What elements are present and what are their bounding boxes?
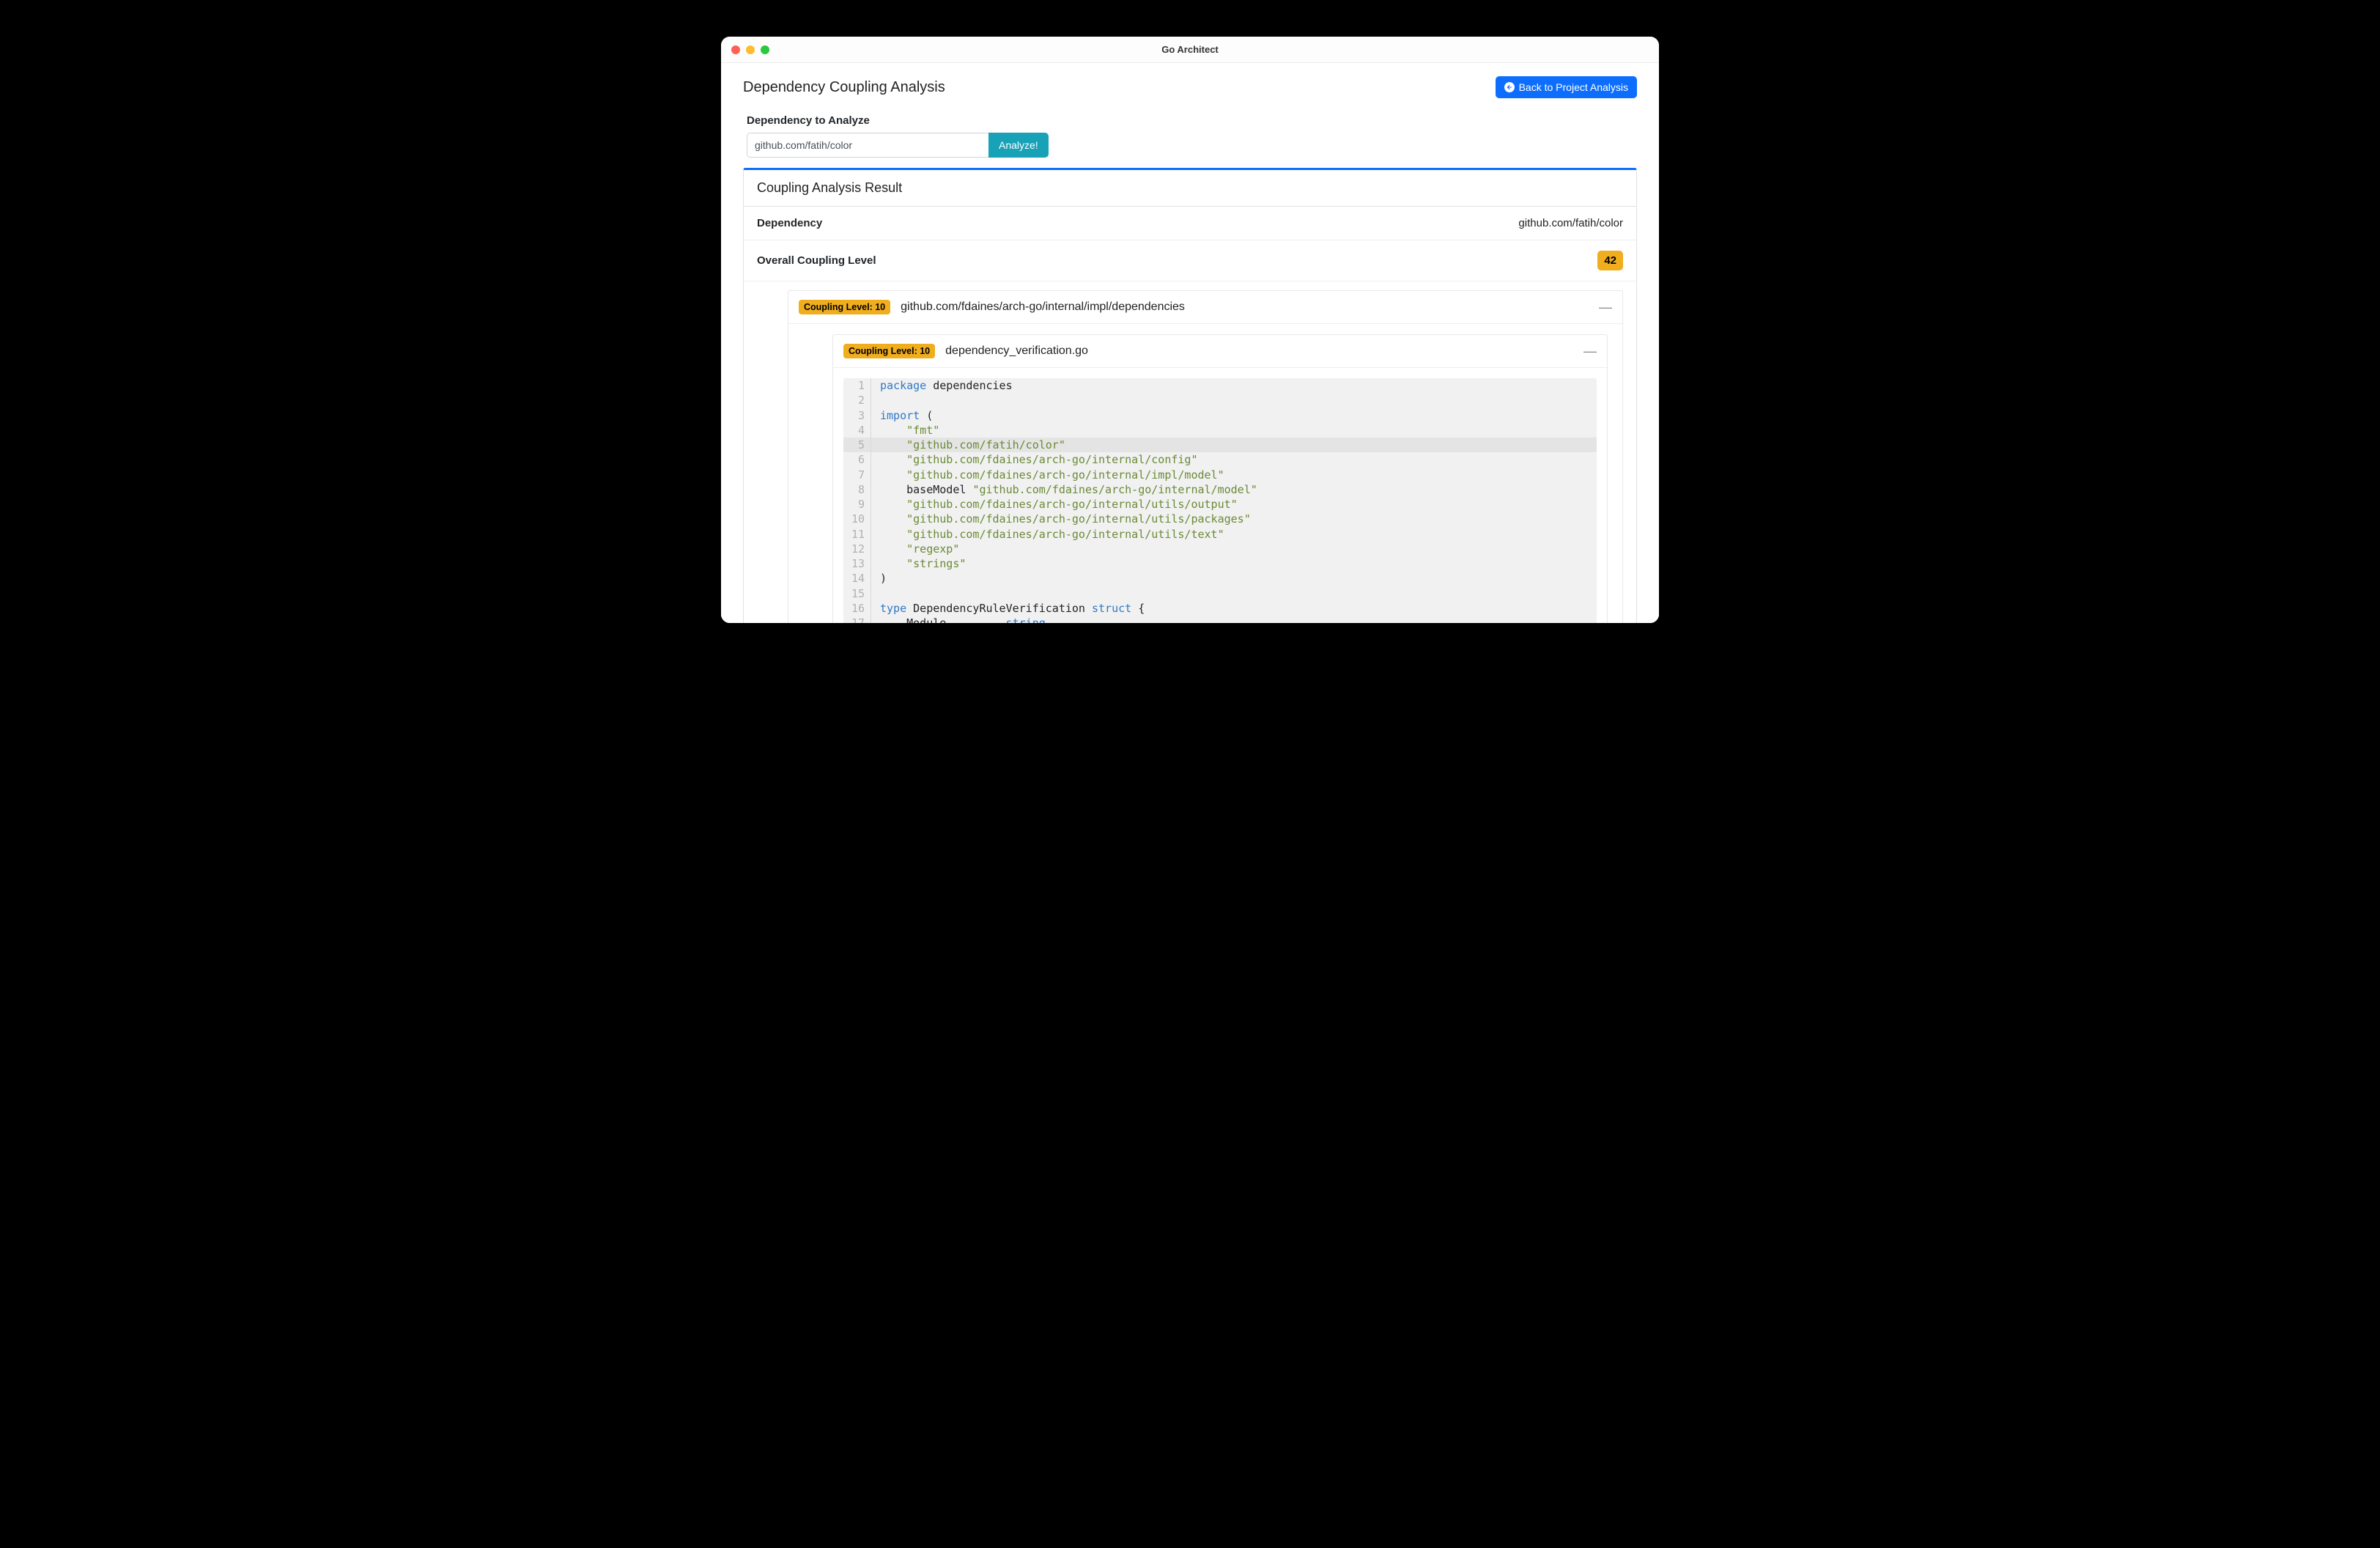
file-panel-header[interactable]: Coupling Level: 10 dependency_verificati… bbox=[833, 335, 1607, 368]
traffic-lights bbox=[721, 45, 769, 54]
titlebar: Go Architect bbox=[721, 37, 1659, 63]
line-content: "github.com/fdaines/arch-go/internal/uti… bbox=[871, 527, 1224, 542]
line-number: 6 bbox=[843, 452, 871, 467]
line-content: "github.com/fdaines/arch-go/internal/uti… bbox=[871, 497, 1238, 512]
line-content bbox=[871, 393, 880, 408]
line-content: "regexp" bbox=[871, 542, 959, 556]
code-line: 10 "github.com/fdaines/arch-go/internal/… bbox=[843, 512, 1597, 526]
minimize-window-button[interactable] bbox=[746, 45, 755, 54]
line-content: type DependencyRuleVerification struct { bbox=[871, 601, 1145, 616]
coupling-label: Overall Coupling Level bbox=[757, 254, 876, 267]
line-content: "strings" bbox=[871, 556, 966, 571]
line-content: "github.com/fatih/color" bbox=[871, 438, 1065, 452]
package-panel: Coupling Level: 10 github.com/fdaines/ar… bbox=[788, 290, 1623, 623]
line-content: ) bbox=[871, 571, 887, 586]
code-line: 1package dependencies bbox=[843, 378, 1597, 393]
line-number: 7 bbox=[843, 468, 871, 482]
code-line: 3import ( bbox=[843, 408, 1597, 423]
package-coupling-badge: Coupling Level: 10 bbox=[799, 300, 890, 314]
code-line: 16type DependencyRuleVerification struct… bbox=[843, 601, 1597, 616]
dependency-label: Dependency bbox=[757, 217, 822, 229]
code-viewer: 1package dependencies23import (4 "fmt"5 … bbox=[843, 378, 1597, 623]
line-number: 16 bbox=[843, 601, 871, 616]
code-line: 17 Module string bbox=[843, 616, 1597, 623]
code-line: 2 bbox=[843, 393, 1597, 408]
line-content: "github.com/fdaines/arch-go/internal/con… bbox=[871, 452, 1197, 467]
collapse-icon[interactable]: — bbox=[1583, 344, 1597, 358]
arrow-left-circle-icon bbox=[1504, 82, 1515, 92]
dependency-input-label: Dependency to Analyze bbox=[747, 114, 1633, 127]
code-line: 8 baseModel "github.com/fdaines/arch-go/… bbox=[843, 482, 1597, 497]
line-number: 11 bbox=[843, 527, 871, 542]
line-content: baseModel "github.com/fdaines/arch-go/in… bbox=[871, 482, 1257, 497]
line-number: 14 bbox=[843, 571, 871, 586]
back-button-label: Back to Project Analysis bbox=[1519, 81, 1628, 93]
maximize-window-button[interactable] bbox=[761, 45, 769, 54]
line-content: "github.com/fdaines/arch-go/internal/imp… bbox=[871, 468, 1224, 482]
line-number: 12 bbox=[843, 542, 871, 556]
dependency-value: github.com/fatih/color bbox=[1518, 217, 1623, 229]
line-number: 8 bbox=[843, 482, 871, 497]
line-number: 3 bbox=[843, 408, 871, 423]
line-number: 17 bbox=[843, 616, 871, 623]
collapse-icon[interactable]: — bbox=[1599, 301, 1612, 314]
line-content bbox=[871, 586, 880, 601]
code-line: 12 "regexp" bbox=[843, 542, 1597, 556]
dependency-row: Dependency github.com/fatih/color bbox=[744, 207, 1636, 240]
code-line: 5 "github.com/fatih/color" bbox=[843, 438, 1597, 452]
result-panel: Coupling Analysis Result Dependency gith… bbox=[743, 168, 1637, 623]
code-line: 11 "github.com/fdaines/arch-go/internal/… bbox=[843, 527, 1597, 542]
analyze-form: Dependency to Analyze Analyze! bbox=[743, 114, 1637, 158]
content-area: Dependency Coupling Analysis Back to Pro… bbox=[721, 63, 1659, 623]
form-row: Analyze! bbox=[747, 133, 1633, 158]
line-content: Module string bbox=[871, 616, 1046, 623]
line-number: 13 bbox=[843, 556, 871, 571]
package-path: github.com/fdaines/arch-go/internal/impl… bbox=[901, 301, 1185, 314]
analyze-button[interactable]: Analyze! bbox=[988, 133, 1049, 158]
file-panel: Coupling Level: 10 dependency_verificati… bbox=[832, 334, 1608, 623]
dependency-input[interactable] bbox=[747, 133, 988, 158]
file-coupling-badge: Coupling Level: 10 bbox=[843, 344, 935, 358]
close-window-button[interactable] bbox=[731, 45, 740, 54]
page-title: Dependency Coupling Analysis bbox=[743, 79, 945, 96]
line-number: 1 bbox=[843, 378, 871, 393]
code-line: 7 "github.com/fdaines/arch-go/internal/i… bbox=[843, 468, 1597, 482]
code-line: 9 "github.com/fdaines/arch-go/internal/u… bbox=[843, 497, 1597, 512]
result-panel-title: Coupling Analysis Result bbox=[744, 170, 1636, 207]
file-name: dependency_verification.go bbox=[945, 344, 1088, 358]
line-number: 9 bbox=[843, 497, 871, 512]
back-to-project-button[interactable]: Back to Project Analysis bbox=[1496, 76, 1637, 98]
code-line: 4 "fmt" bbox=[843, 423, 1597, 438]
code-line: 15 bbox=[843, 586, 1597, 601]
line-content: import ( bbox=[871, 408, 933, 423]
line-content: "github.com/fdaines/arch-go/internal/uti… bbox=[871, 512, 1251, 526]
overall-coupling-badge: 42 bbox=[1597, 251, 1623, 270]
line-content: package dependencies bbox=[871, 378, 1013, 393]
code-line: 14) bbox=[843, 571, 1597, 586]
line-number: 15 bbox=[843, 586, 871, 601]
code-line: 13 "strings" bbox=[843, 556, 1597, 571]
line-number: 5 bbox=[843, 438, 871, 452]
window-title: Go Architect bbox=[721, 44, 1659, 55]
line-number: 4 bbox=[843, 423, 871, 438]
coupling-row: Overall Coupling Level 42 bbox=[744, 240, 1636, 281]
code-line: 6 "github.com/fdaines/arch-go/internal/c… bbox=[843, 452, 1597, 467]
line-number: 2 bbox=[843, 393, 871, 408]
app-window: Go Architect Dependency Coupling Analysi… bbox=[721, 37, 1659, 623]
package-panel-header[interactable]: Coupling Level: 10 github.com/fdaines/ar… bbox=[788, 291, 1622, 324]
page-header: Dependency Coupling Analysis Back to Pro… bbox=[743, 76, 1637, 98]
line-content: "fmt" bbox=[871, 423, 939, 438]
line-number: 10 bbox=[843, 512, 871, 526]
